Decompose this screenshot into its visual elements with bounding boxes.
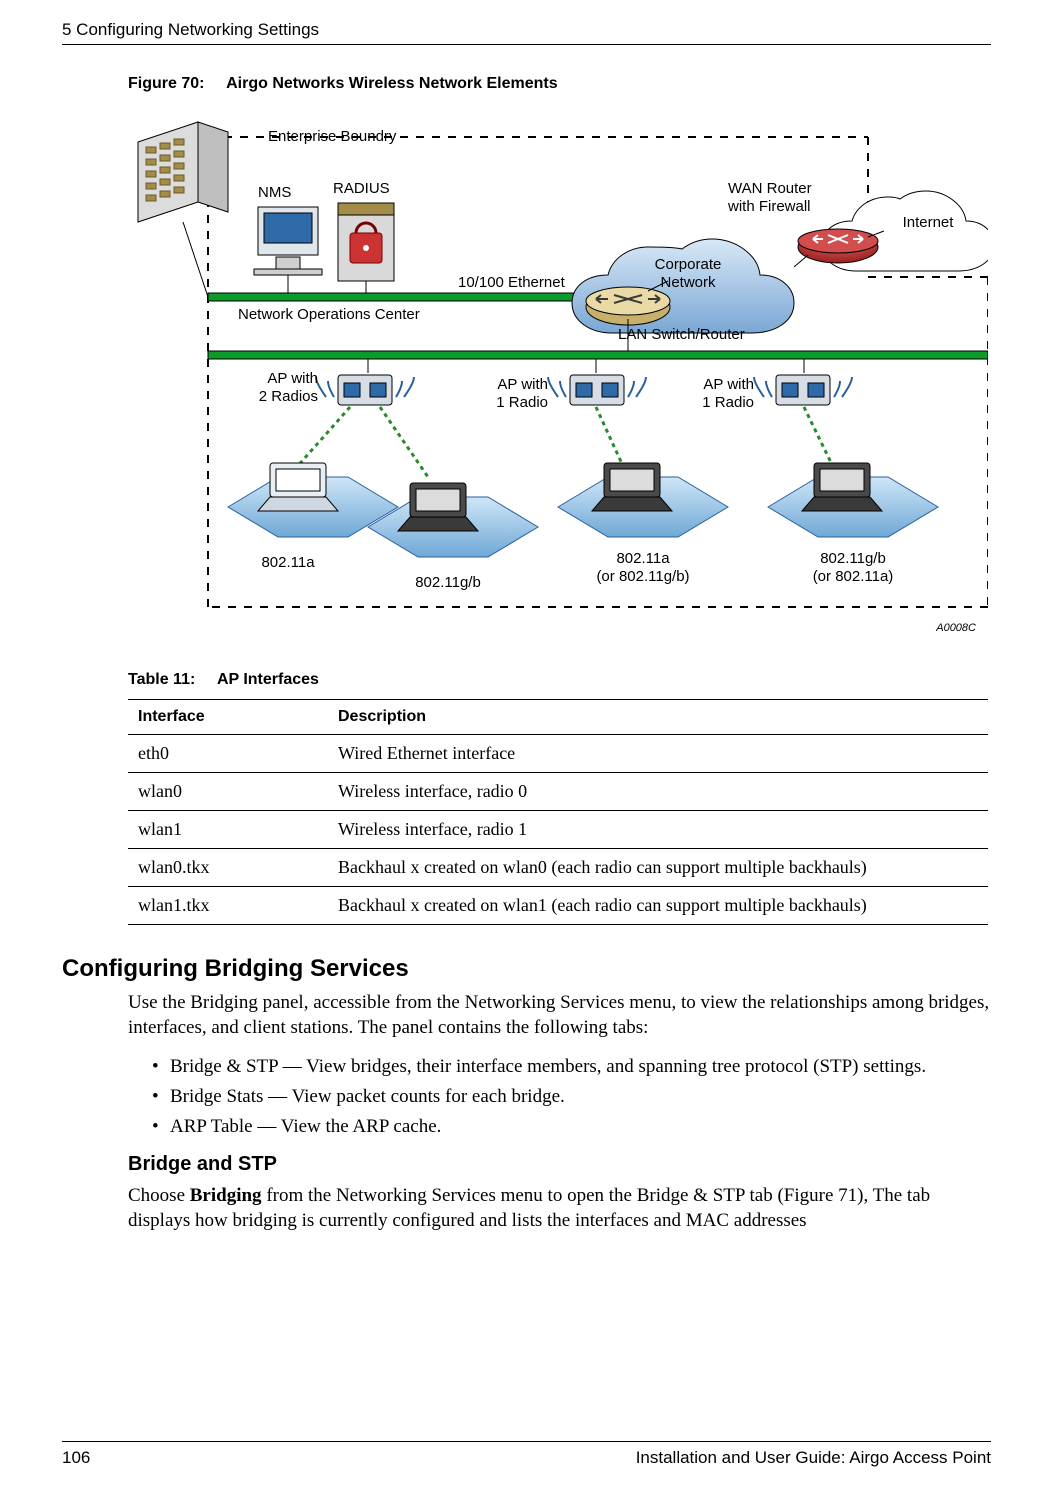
running-header: 5 Configuring Networking Settings <box>0 20 1053 45</box>
cell-desc: Wireless interface, radio 1 <box>328 811 988 849</box>
label-ap-1radio-a-l2: 1 Radio <box>496 394 548 411</box>
label-ethernet: 10/100 Ethernet <box>458 274 566 291</box>
label-g4-l2: (or 802.11a) <box>813 568 894 585</box>
cell-if: eth0 <box>128 735 328 773</box>
page-body: Figure 70: Airgo Networks Wireless Netwo… <box>0 75 1053 1234</box>
list-item: Bridge Stats — View packet counts for ea… <box>152 1084 991 1110</box>
network-diagram: Enterprise Boundry NMS RADIUS <box>128 107 988 647</box>
section-intro: Use the Bridging panel, accessible from … <box>128 991 991 1040</box>
figure-label: Figure 70: <box>128 75 204 92</box>
cell-if: wlan0 <box>128 773 328 811</box>
wireless-links <box>288 407 838 477</box>
label-corporate-network-l1: Corporate <box>655 256 722 273</box>
tab-bullets: Bridge & STP — View bridges, their inter… <box>152 1054 991 1139</box>
table-row: wlan1.tkxBackhaul x created on wlan1 (ea… <box>128 887 988 925</box>
ap-2radios-icon <box>316 375 414 405</box>
ap-1radio-b-icon <box>754 375 852 405</box>
label-ap-2radios-l2: 2 Radios <box>259 388 318 405</box>
footer-doc-title: Installation and User Guide: Airgo Acces… <box>636 1448 991 1468</box>
label-wan-router-l2: with Firewall <box>727 198 811 215</box>
page: 5 Configuring Networking Settings Figure… <box>0 0 1053 1492</box>
table-caption: Table 11: AP Interfaces <box>128 671 991 689</box>
label-wan-router-l1: WAN Router <box>728 180 812 197</box>
label-ap-1radio-b-l1: AP with <box>703 376 754 393</box>
label-radius: RADIUS <box>333 180 390 197</box>
table-label: Table 11: <box>128 671 195 688</box>
th-interface: Interface <box>128 700 328 735</box>
label-ap-1radio-a-l1: AP with <box>497 376 548 393</box>
list-item: Bridge & STP — View bridges, their inter… <box>152 1054 991 1080</box>
cell-desc: Wireless interface, radio 0 <box>328 773 988 811</box>
cell-desc: Backhaul x created on wlan0 (each radio … <box>328 849 988 887</box>
sub-bold: Bridging <box>190 1185 262 1206</box>
label-g1: 802.11a <box>261 554 315 571</box>
cell-desc: Wired Ethernet interface <box>328 735 988 773</box>
figure-doc-id: A0008C <box>935 622 976 634</box>
hex-3 <box>558 463 728 537</box>
header-rule <box>62 44 991 45</box>
cell-if: wlan0.tkx <box>128 849 328 887</box>
radius-icon <box>338 203 394 281</box>
list-item: ARP Table — View the ARP cache. <box>152 1114 991 1140</box>
table-header-row: Interface Description <box>128 700 988 735</box>
ethernet-bar-top <box>208 293 628 301</box>
footer-rule <box>62 1441 991 1442</box>
wan-router-icon <box>798 229 878 263</box>
hex-4 <box>768 463 938 537</box>
table-title: AP Interfaces <box>217 671 319 688</box>
table-row: wlan0.tkxBackhaul x created on wlan0 (ea… <box>128 849 988 887</box>
hex-2 <box>368 483 538 557</box>
ap-1radio-a-icon <box>548 375 646 405</box>
label-nms: NMS <box>258 184 291 201</box>
figure-title: Airgo Networks Wireless Network Elements <box>226 75 558 92</box>
label-g3-l1: 802.11a <box>616 550 670 567</box>
subsection-heading: Bridge and STP <box>128 1153 991 1176</box>
building-icon <box>138 122 228 222</box>
figure-caption: Figure 70: Airgo Networks Wireless Netwo… <box>128 75 991 93</box>
ethernet-bar-bottom <box>208 351 988 359</box>
label-g4-l1: 802.11g/b <box>820 550 886 567</box>
cell-if: wlan1.tkx <box>128 887 328 925</box>
chapter-title: 5 Configuring Networking Settings <box>62 20 991 40</box>
label-internet: Internet <box>903 214 955 231</box>
label-g2: 802.11g/b <box>415 574 481 591</box>
label-noc: Network Operations Center <box>238 306 420 323</box>
section-heading: Configuring Bridging Services <box>62 955 991 983</box>
label-ap-2radios-l1: AP with <box>267 370 318 387</box>
nms-icon <box>254 207 322 275</box>
label-ap-1radio-b-l2: 1 Radio <box>702 394 754 411</box>
page-footer: 106 Installation and User Guide: Airgo A… <box>62 1441 991 1468</box>
cell-if: wlan1 <box>128 811 328 849</box>
label-corporate-network-l2: Network <box>660 274 716 291</box>
table-row: eth0Wired Ethernet interface <box>128 735 988 773</box>
th-description: Description <box>328 700 988 735</box>
page-number: 106 <box>62 1448 90 1468</box>
label-lan-switch: LAN Switch/Router <box>618 326 745 343</box>
cell-desc: Backhaul x created on wlan1 (each radio … <box>328 887 988 925</box>
subsection-paragraph: Choose Bridging from the Networking Serv… <box>128 1184 991 1233</box>
figure-70: Enterprise Boundry NMS RADIUS <box>128 107 991 647</box>
table-row: wlan0Wireless interface, radio 0 <box>128 773 988 811</box>
label-enterprise-boundry: Enterprise Boundry <box>268 128 397 145</box>
label-g3-l2: (or 802.11g/b) <box>596 568 689 585</box>
table-row: wlan1Wireless interface, radio 1 <box>128 811 988 849</box>
sub-pre: Choose <box>128 1185 190 1206</box>
ap-interfaces-table: Interface Description eth0Wired Ethernet… <box>128 699 988 925</box>
